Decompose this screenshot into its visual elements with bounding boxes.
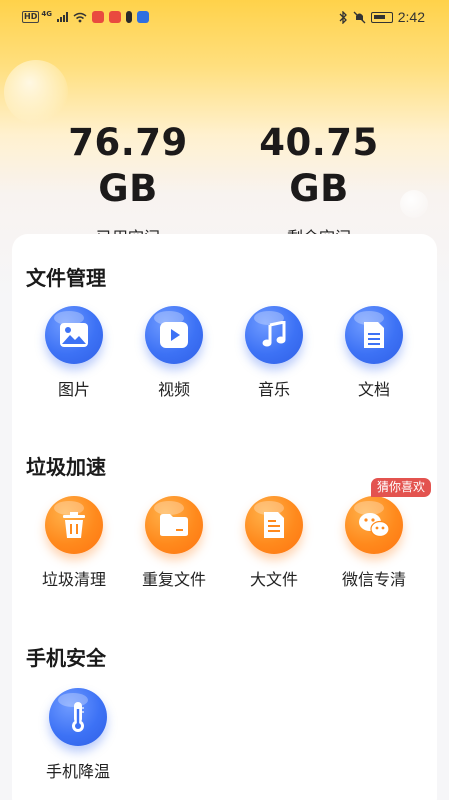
battery-icon <box>370 11 393 23</box>
wechat-icon <box>345 496 403 554</box>
trash-icon <box>45 496 103 554</box>
file-management-title: 文件管理 <box>26 266 106 290</box>
thermometer-icon <box>49 688 107 746</box>
used-space-stat: 76.79 GB 已用空间 <box>35 120 221 248</box>
wifi-icon <box>73 12 87 22</box>
tile-wechat-clean[interactable]: 微信专清 <box>324 496 424 590</box>
mute-bell-icon <box>353 11 366 23</box>
tile-label: 音乐 <box>257 380 290 399</box>
tile-label: 手机降温 <box>45 762 110 781</box>
junk-cleanup-title: 垃圾加速 <box>26 455 106 479</box>
video-play-icon <box>145 306 203 364</box>
app-notification-icon <box>136 11 149 23</box>
document-icon <box>345 306 403 364</box>
tile-images[interactable]: 图片 <box>24 306 124 400</box>
used-space-value: 76.79 GB <box>68 121 188 210</box>
app-notification-icon <box>108 11 121 23</box>
music-note-icon <box>245 306 303 364</box>
recommend-badge: 猜你喜欢 <box>371 478 432 497</box>
tile-label: 微信专清 <box>341 570 406 589</box>
tile-documents[interactable]: 文档 <box>324 306 424 400</box>
tools-card: 文件管理 图片 视频 音乐 文档 垃圾加速 垃圾清理 重复文件 大文件 微信专清… <box>12 234 437 800</box>
tile-label: 视频 <box>157 380 190 399</box>
tile-videos[interactable]: 视频 <box>124 306 224 400</box>
tile-label: 文档 <box>357 380 390 399</box>
signal-icon <box>56 12 68 22</box>
tile-duplicate-files[interactable]: 重复文件 <box>124 496 224 590</box>
battery-saver-icon <box>125 11 132 23</box>
phone-security-title: 手机安全 <box>26 646 106 670</box>
free-space-value: 40.75 GB <box>259 121 379 210</box>
tile-music[interactable]: 音乐 <box>224 306 324 400</box>
decorative-bubble <box>4 60 68 124</box>
folder-icon <box>145 496 203 554</box>
status-bar-left: HD 4G <box>22 10 149 23</box>
status-bar-right: 2:42 <box>338 9 425 25</box>
storage-summary: 76.79 GB 已用空间 40.75 GB 剩余空间 <box>0 120 449 247</box>
hd-indicator: HD <box>22 11 40 23</box>
tile-junk-clean[interactable]: 垃圾清理 <box>24 496 124 590</box>
tile-label: 重复文件 <box>141 570 206 589</box>
free-space-stat: 40.75 GB 剩余空间 <box>226 120 412 248</box>
bluetooth-icon <box>339 10 347 24</box>
status-bar: HD 4G 2:42 <box>0 0 449 34</box>
app-notification-icon <box>91 11 104 23</box>
tile-large-files[interactable]: 大文件 <box>224 496 324 590</box>
tile-phone-cooling[interactable]: 手机降温 <box>28 688 128 782</box>
tile-label: 图片 <box>57 380 90 399</box>
large-file-icon <box>245 496 303 554</box>
tile-label: 大文件 <box>249 570 298 589</box>
network-type-indicator: 4G <box>41 10 52 18</box>
image-icon <box>45 306 103 364</box>
clock: 2:42 <box>397 9 425 25</box>
tile-label: 垃圾清理 <box>41 570 106 589</box>
